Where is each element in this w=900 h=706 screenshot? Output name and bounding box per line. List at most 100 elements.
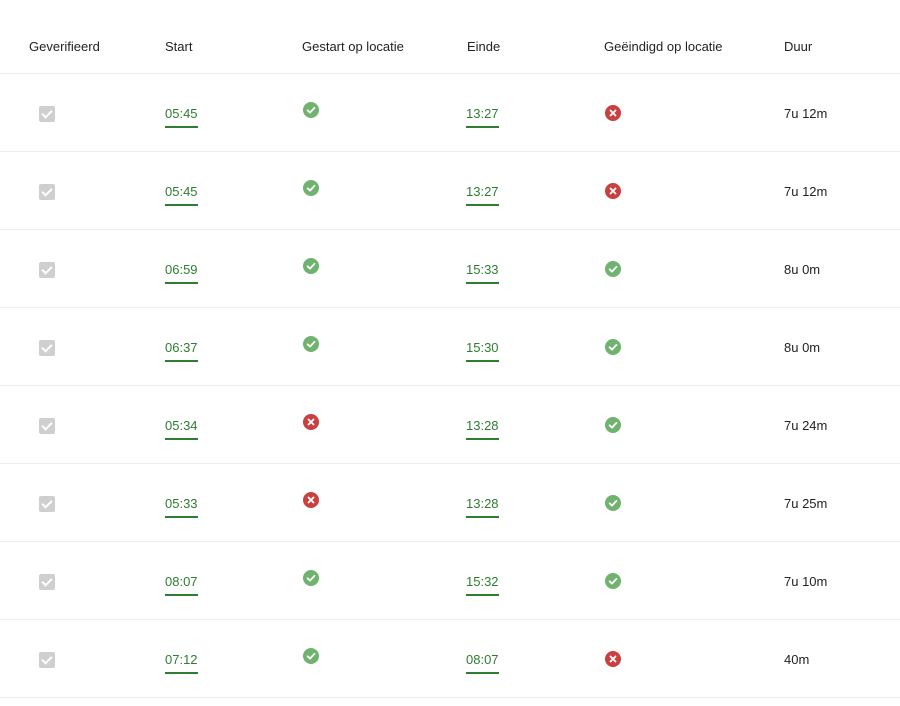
table-row: 05:34 13:28 7u 24m (0, 386, 900, 464)
started-at-location-cell (303, 102, 319, 118)
check-circle-icon (303, 102, 319, 118)
end-time-link[interactable]: 08:07 (466, 652, 499, 674)
check-circle-icon (303, 336, 319, 352)
checkbox-checked-icon[interactable] (39, 574, 55, 590)
start-time-link[interactable]: 05:45 (165, 184, 198, 206)
check-circle-icon (303, 258, 319, 274)
end-time-link[interactable]: 13:28 (466, 496, 499, 518)
duration-cell: 7u 10m (784, 574, 828, 589)
start-time-link[interactable]: 08:07 (165, 574, 198, 596)
end-time-link[interactable]: 15:32 (466, 574, 499, 596)
table-row: 05:45 13:27 7u 12m (0, 74, 900, 152)
start-time-link[interactable]: 05:34 (165, 418, 198, 440)
x-circle-icon (605, 651, 621, 667)
start-time-link[interactable]: 06:37 (165, 340, 198, 362)
end-time-link[interactable]: 15:30 (466, 340, 499, 362)
col-header-started-at-location[interactable]: Gestart op locatie (302, 39, 404, 54)
ended-at-location-cell (605, 417, 621, 433)
ended-at-location-cell (605, 573, 621, 589)
check-circle-icon (605, 573, 621, 589)
checkbox-checked-icon[interactable] (39, 652, 55, 668)
start-cell: 06:37 (165, 339, 198, 362)
end-cell: 15:32 (466, 573, 499, 596)
col-header-ended-at-location[interactable]: Geëindigd op locatie (604, 39, 723, 54)
table-body: 05:45 13:27 7u 12m 05:45 13:27 7u 12m 06:59 15:… (0, 74, 900, 698)
end-time-link[interactable]: 15:33 (466, 262, 499, 284)
duration-cell: 7u 12m (784, 106, 828, 121)
table-header: Geverifieerd Start Gestart op locatie Ei… (0, 0, 900, 74)
table-row: 06:37 15:30 8u 0m (0, 308, 900, 386)
col-header-verified[interactable]: Geverifieerd (29, 39, 100, 54)
table-row: 05:33 13:28 7u 25m (0, 464, 900, 542)
x-circle-icon (605, 183, 621, 199)
end-cell: 13:27 (466, 105, 499, 128)
table-row: 06:59 15:33 8u 0m (0, 230, 900, 308)
start-cell: 05:33 (165, 495, 198, 518)
check-circle-icon (605, 495, 621, 511)
end-time-link[interactable]: 13:28 (466, 418, 499, 440)
started-at-location-cell (303, 648, 319, 664)
end-cell: 13:28 (466, 417, 499, 440)
table-row: 07:12 08:07 40m (0, 620, 900, 698)
x-circle-icon (303, 492, 319, 508)
duration-cell: 8u 0m (784, 340, 821, 355)
end-cell: 13:28 (466, 495, 499, 518)
col-header-duration[interactable]: Duur (784, 39, 812, 54)
verified-cell[interactable] (39, 418, 55, 434)
ended-at-location-cell (605, 105, 621, 121)
start-time-link[interactable]: 06:59 (165, 262, 198, 284)
checkbox-checked-icon[interactable] (39, 106, 55, 122)
checkbox-checked-icon[interactable] (39, 496, 55, 512)
end-cell: 15:30 (466, 339, 499, 362)
start-time-link[interactable]: 07:12 (165, 652, 198, 674)
col-header-start[interactable]: Start (165, 39, 192, 54)
ended-at-location-cell (605, 651, 621, 667)
start-cell: 05:45 (165, 183, 198, 206)
started-at-location-cell (303, 570, 319, 586)
ended-at-location-cell (605, 495, 621, 511)
start-cell: 05:45 (165, 105, 198, 128)
duration-cell: 7u 24m (784, 418, 828, 433)
start-cell: 08:07 (165, 573, 198, 596)
verified-cell[interactable] (39, 106, 55, 122)
verified-cell[interactable] (39, 184, 55, 200)
verified-cell[interactable] (39, 340, 55, 356)
end-time-link[interactable]: 13:27 (466, 184, 499, 206)
start-time-link[interactable]: 05:45 (165, 106, 198, 128)
table-row: 05:45 13:27 7u 12m (0, 152, 900, 230)
checkbox-checked-icon[interactable] (39, 184, 55, 200)
checkbox-checked-icon[interactable] (39, 418, 55, 434)
check-circle-icon (303, 570, 319, 586)
started-at-location-cell (303, 336, 319, 352)
ended-at-location-cell (605, 261, 621, 277)
start-cell: 06:59 (165, 261, 198, 284)
started-at-location-cell (303, 258, 319, 274)
ended-at-location-cell (605, 183, 621, 199)
checkbox-checked-icon[interactable] (39, 340, 55, 356)
duration-cell: 7u 25m (784, 496, 828, 511)
check-circle-icon (605, 261, 621, 277)
check-circle-icon (303, 180, 319, 196)
duration-cell: 7u 12m (784, 184, 828, 199)
col-header-end[interactable]: Einde (467, 39, 500, 54)
start-cell: 05:34 (165, 417, 198, 440)
end-cell: 08:07 (466, 651, 499, 674)
verified-cell[interactable] (39, 652, 55, 668)
verified-cell[interactable] (39, 496, 55, 512)
end-time-link[interactable]: 13:27 (466, 106, 499, 128)
check-circle-icon (303, 648, 319, 664)
end-cell: 15:33 (466, 261, 499, 284)
table-row: 08:07 15:32 7u 10m (0, 542, 900, 620)
started-at-location-cell (303, 180, 319, 196)
end-cell: 13:27 (466, 183, 499, 206)
check-circle-icon (605, 417, 621, 433)
checkbox-checked-icon[interactable] (39, 262, 55, 278)
verified-cell[interactable] (39, 262, 55, 278)
duration-cell: 40m (784, 652, 810, 667)
verified-cell[interactable] (39, 574, 55, 590)
x-circle-icon (605, 105, 621, 121)
started-at-location-cell (303, 414, 319, 430)
start-time-link[interactable]: 05:33 (165, 496, 198, 518)
check-circle-icon (605, 339, 621, 355)
start-cell: 07:12 (165, 651, 198, 674)
